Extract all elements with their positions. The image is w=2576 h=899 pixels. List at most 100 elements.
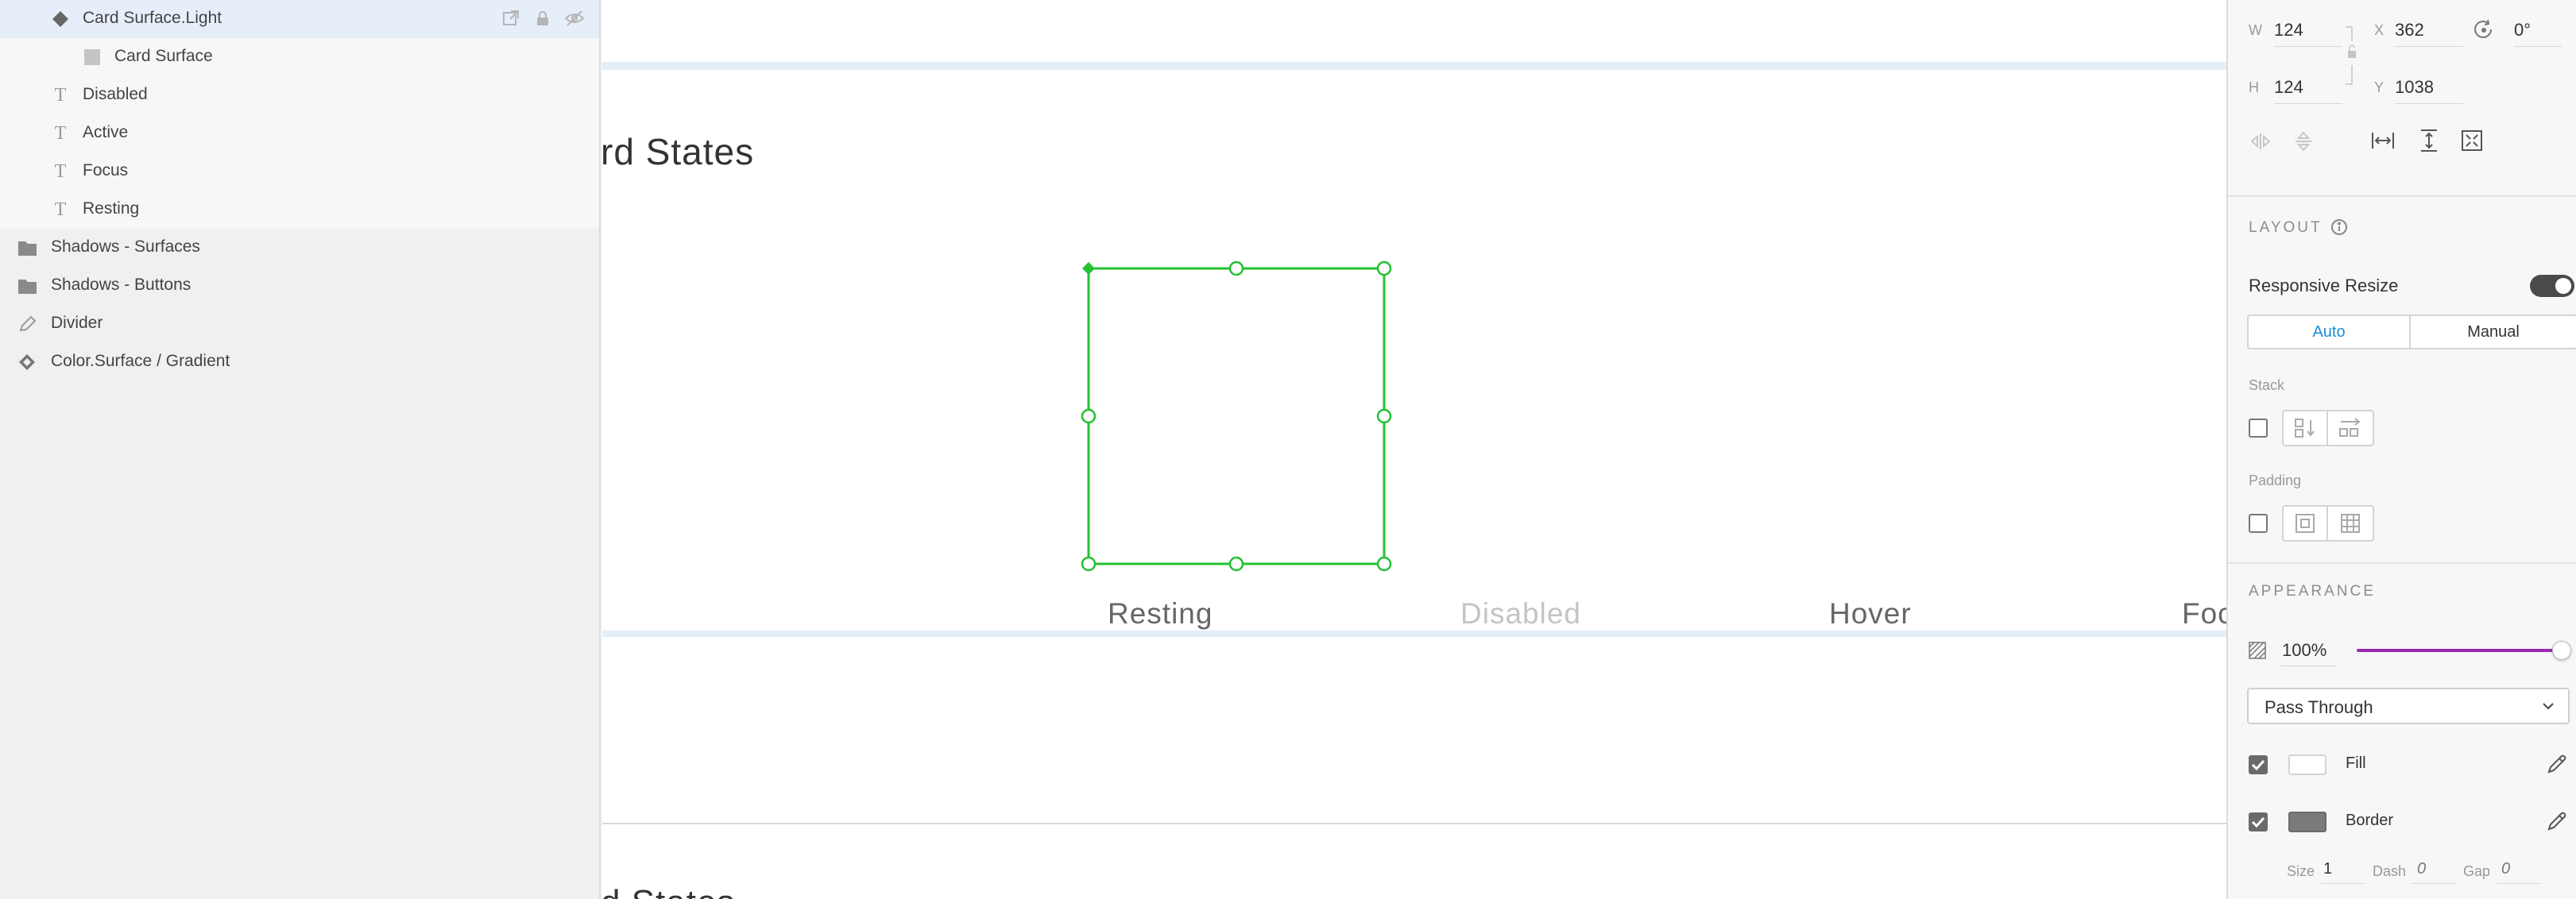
fit-width-icon[interactable] — [2369, 127, 2396, 154]
resize-handle-bottom[interactable] — [1228, 556, 1244, 572]
layer-label: Divider — [51, 314, 103, 332]
selection-frame[interactable] — [1079, 254, 1397, 572]
auto-layout-tab[interactable]: Auto — [2249, 316, 2412, 348]
layer-label: Resting — [83, 199, 140, 218]
resize-handle-bottom-right[interactable] — [1376, 556, 1392, 572]
resize-handle-top[interactable] — [1228, 260, 1244, 276]
info-icon[interactable] — [2330, 218, 2349, 237]
layer-label: Shadows - Surfaces — [51, 237, 200, 256]
opacity-slider-knob[interactable] — [2552, 641, 2571, 660]
padding-label: Padding — [2249, 473, 2302, 488]
layer-row-actions — [501, 8, 585, 29]
state-label-resting[interactable]: Resting — [1108, 597, 1213, 631]
resize-handle-bottom-left[interactable] — [1081, 556, 1097, 572]
layout-mode-segmented-control: Auto Manual — [2247, 314, 2576, 349]
padding-individual-icon[interactable] — [2328, 507, 2373, 540]
padding-mode-group — [2282, 505, 2374, 542]
padding-checkbox[interactable] — [2249, 514, 2268, 533]
folder-icon — [17, 238, 37, 257]
layer-item-resting[interactable]: T Resting — [0, 191, 599, 229]
responsive-resize-label: Responsive Resize — [2249, 276, 2399, 295]
hide-eye-icon[interactable] — [564, 8, 585, 29]
border-dash-label: Dash — [2373, 863, 2407, 879]
resize-handle-top-right[interactable] — [1376, 260, 1392, 276]
layer-label: Disabled — [83, 85, 148, 103]
chevron-down-icon — [2541, 699, 2555, 717]
responsive-resize-toggle[interactable] — [2530, 275, 2574, 297]
layer-item-card-surface[interactable]: Card Surface — [0, 38, 599, 76]
y-label: Y — [2374, 79, 2385, 95]
fill-eyedropper-icon[interactable] — [2544, 751, 2570, 777]
layer-item-card-surface-light[interactable]: Card Surface.Light — [0, 0, 599, 38]
anchor-diamond-handle[interactable] — [1082, 262, 1095, 275]
constrain-proportions-lock-icon[interactable] — [2344, 24, 2360, 87]
manual-layout-tab[interactable]: Manual — [2411, 316, 2576, 348]
stack-horizontal-icon[interactable] — [2328, 411, 2373, 445]
flip-horizontal-icon[interactable] — [2249, 130, 2272, 152]
border-size-label: Size — [2287, 863, 2315, 879]
layer-item-divider[interactable]: Divider — [0, 305, 599, 343]
rotate-icon[interactable] — [2471, 17, 2497, 43]
height-field[interactable]: 124 — [2274, 77, 2303, 98]
text-icon: T — [54, 122, 67, 144]
border-color-swatch[interactable] — [2288, 812, 2327, 832]
layer-label: Active — [83, 123, 129, 141]
layer-item-focus[interactable]: T Focus — [0, 152, 599, 191]
fill-color-swatch[interactable] — [2288, 754, 2327, 775]
layer-item-shadows-buttons[interactable]: Shadows - Buttons — [0, 267, 599, 305]
fill-checkbox[interactable] — [2249, 755, 2268, 774]
layer-item-disabled[interactable]: T Disabled — [0, 76, 599, 114]
artboard-divider — [602, 631, 2226, 637]
opacity-slider[interactable] — [2357, 641, 2571, 660]
layer-item-color-surface-gradient[interactable]: Color.Surface / Gradient — [0, 343, 599, 381]
layers-empty-area — [0, 381, 599, 899]
rotation-field[interactable]: 0° — [2514, 20, 2531, 41]
resize-handle-right[interactable] — [1376, 408, 1392, 424]
layer-label: Card Surface.Light — [83, 9, 222, 27]
layer-label: Focus — [83, 161, 129, 179]
blend-mode-select[interactable]: Pass Through — [2247, 688, 2570, 724]
flip-vertical-icon[interactable] — [2292, 130, 2315, 152]
border-checkbox[interactable] — [2249, 812, 2268, 831]
design-canvas[interactable]: rd States Resting Disabled Hover Foc d S… — [602, 0, 2226, 899]
border-eyedropper-icon[interactable] — [2544, 808, 2570, 834]
opacity-field[interactable]: 100% — [2282, 640, 2327, 661]
component-icon — [51, 10, 70, 29]
state-label-hover[interactable]: Hover — [1829, 597, 1912, 631]
fit-height-icon[interactable] — [2415, 127, 2443, 154]
inspector-panel: W 124 X 362 0° H 124 Y 1038 LAYOUT Respo… — [2226, 0, 2576, 899]
layer-label: Shadows - Buttons — [51, 276, 191, 294]
width-label: W — [2249, 22, 2262, 38]
text-icon: T — [54, 84, 67, 106]
border-dash-field[interactable]: 0 — [2417, 860, 2426, 878]
width-field[interactable]: 124 — [2274, 20, 2303, 41]
y-field[interactable]: 1038 — [2395, 77, 2434, 98]
pen-icon — [17, 314, 37, 334]
opacity-slider-fill — [2357, 649, 2571, 652]
opacity-icon — [2247, 640, 2268, 661]
layer-item-shadows-surfaces[interactable]: Shadows - Surfaces — [0, 229, 599, 267]
section-title: rd States — [602, 131, 755, 172]
text-icon: T — [54, 199, 67, 220]
stack-direction-group — [2282, 410, 2374, 446]
lock-icon[interactable] — [532, 8, 553, 29]
resize-handle-left[interactable] — [1081, 408, 1097, 424]
fit-content-icon[interactable] — [2458, 127, 2485, 154]
layer-label: Color.Surface / Gradient — [51, 352, 230, 370]
layer-item-active[interactable]: T Active — [0, 114, 599, 152]
height-label: H — [2249, 79, 2259, 95]
stack-vertical-icon[interactable] — [2284, 411, 2329, 445]
x-field[interactable]: 362 — [2395, 20, 2424, 41]
border-gap-label: Gap — [2463, 863, 2491, 879]
state-label-disabled[interactable]: Disabled — [1460, 597, 1581, 631]
border-size-field[interactable]: 1 — [2323, 860, 2332, 878]
folder-icon — [17, 276, 37, 295]
state-label-focus[interactable]: Foc — [2182, 597, 2226, 631]
stack-checkbox[interactable] — [2249, 419, 2268, 438]
border-gap-field[interactable]: 0 — [2501, 860, 2510, 878]
padding-uniform-icon[interactable] — [2284, 507, 2329, 540]
section-title-2: d States — [602, 883, 735, 899]
text-icon: T — [54, 160, 67, 182]
appearance-section-title: APPEARANCE — [2249, 583, 2376, 600]
export-icon[interactable] — [501, 8, 521, 29]
